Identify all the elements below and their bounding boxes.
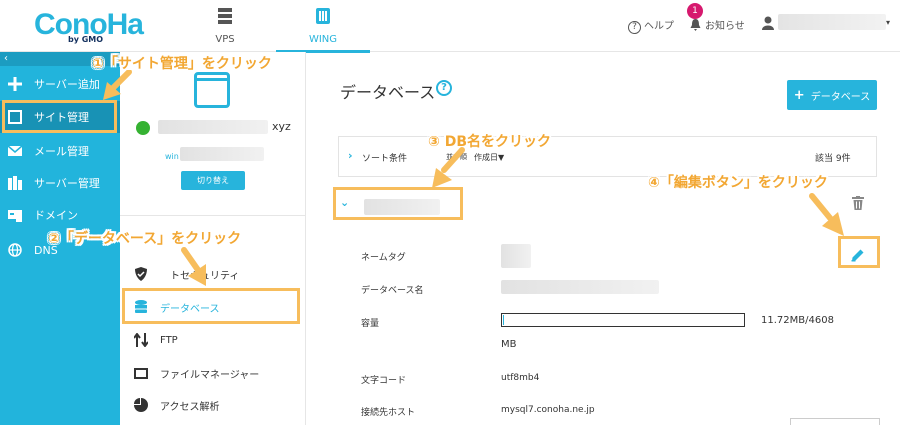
page-title: データベース	[340, 83, 436, 102]
plus-icon: +	[793, 87, 805, 103]
arrow-step3-icon	[432, 147, 465, 188]
folder-icon	[134, 368, 148, 379]
annotation-step4: ④「編集ボタン」をクリック	[648, 175, 828, 191]
site-window-icon	[194, 72, 230, 108]
tab-vps[interactable]: VPS	[180, 0, 270, 52]
subpanel-item-site-security[interactable]: トセキュリティ	[134, 263, 304, 285]
pie-icon	[134, 398, 148, 412]
subpanel-item-label: アクセス解析	[160, 401, 220, 413]
highlight-database	[122, 288, 300, 324]
subpanel-item-ftp[interactable]: FTP	[134, 329, 304, 351]
help-label: ヘルプ	[644, 21, 674, 32]
wing-icon	[316, 8, 330, 24]
wing-domain-prefix: win	[165, 152, 179, 161]
bell-icon	[690, 19, 701, 31]
arrow-step1-icon	[103, 70, 132, 100]
wing-domain-redacted	[180, 147, 264, 161]
capacity-progress-bar	[501, 313, 745, 327]
database-name-value-redacted	[501, 280, 659, 294]
sidebar-item-label: メール管理	[34, 145, 89, 158]
detail-label-host: 接続先ホスト	[361, 408, 416, 418]
site-domain-suffix: xyz	[272, 120, 291, 133]
conoha-wing-screen: ConoHa by GMO VPS WING ? ヘルプ 1 お知らせ ▾ ‹ サ…	[0, 0, 900, 425]
plus-icon	[8, 77, 22, 91]
capacity-text: 11.72MB/4608	[761, 315, 834, 326]
detail-label-database-name: データベース名	[361, 286, 424, 296]
detail-label-charset: 文字コード	[361, 376, 407, 386]
chevron-right-icon[interactable]: ›	[348, 149, 353, 162]
question-icon: ?	[628, 21, 641, 34]
host-value: mysql7.conoha.ne.jp	[501, 405, 595, 415]
annotation-step2: ②「データベース」をクリック	[48, 231, 242, 247]
tab-vps-label: VPS	[215, 34, 235, 45]
charset-value: utf8mb4	[501, 373, 540, 383]
sort-label: ソート条件	[362, 154, 408, 164]
subpanel-divider	[120, 215, 306, 216]
detail-label-capacity: 容量	[361, 319, 380, 329]
lower-panel-edge	[790, 418, 880, 425]
sort-option-created[interactable]: 作成日▼	[474, 152, 504, 163]
name-tag-value-redacted	[501, 244, 531, 268]
notice-link[interactable]: お知らせ	[690, 17, 745, 32]
detail-label-name-tag: ネームタグ	[361, 253, 406, 263]
domain-icon	[8, 210, 22, 222]
result-count: 該当 9件	[815, 154, 851, 164]
ftp-icon	[134, 333, 148, 347]
capacity-progress-fill	[503, 315, 504, 325]
top-header: ConoHa by GMO VPS WING ? ヘルプ 1 お知らせ ▾	[0, 0, 900, 53]
trash-icon[interactable]	[852, 196, 864, 210]
help-circle-icon[interactable]: ?	[436, 80, 452, 96]
subpanel-item-file-manager[interactable]: ファイルマネージャー	[134, 362, 304, 384]
subpanel-item-label: ファイルマネージャー	[160, 369, 260, 381]
sidebar-item-domain[interactable]: ドメイン	[0, 199, 120, 231]
sidebar-item-label: ドメイン	[34, 209, 78, 222]
user-icon	[762, 16, 774, 30]
tab-wing-label: WING	[308, 34, 338, 45]
switch-site-button[interactable]: 切り替え	[181, 171, 245, 190]
mail-icon	[8, 145, 22, 156]
arrow-step2-icon	[181, 247, 206, 286]
add-database-label: データベース	[810, 91, 871, 103]
subpanel-item-access-analysis[interactable]: アクセス解析	[134, 394, 304, 416]
logo-subtitle: by GMO	[68, 35, 104, 44]
help-link[interactable]: ? ヘルプ	[628, 17, 674, 34]
arrow-step4-icon	[809, 193, 844, 236]
capacity-unit: MB	[501, 339, 517, 350]
subpanel-item-label: FTP	[160, 334, 178, 346]
add-database-button[interactable]: + データベース	[787, 80, 877, 110]
sort-panel[interactable]	[338, 136, 877, 177]
power-status-icon	[136, 121, 150, 135]
site-domain-redacted[interactable]	[158, 120, 268, 134]
sidebar-item-mail[interactable]: メール管理	[0, 135, 120, 167]
shield-icon	[135, 267, 147, 281]
sidebar-item-server-management[interactable]: サーバー管理	[0, 167, 120, 199]
tab-wing[interactable]: WING	[276, 0, 370, 53]
globe-icon	[8, 243, 22, 257]
highlight-edit-button	[838, 236, 880, 268]
server-manage-icon	[8, 176, 22, 190]
user-name-redacted[interactable]	[778, 14, 886, 30]
sidebar-item-label: サーバー管理	[34, 177, 100, 190]
sidebar-item-label: サーバー追加	[34, 78, 100, 91]
caret-down-icon[interactable]: ▾	[886, 18, 890, 27]
notice-label: お知らせ	[705, 21, 745, 32]
server-icon	[218, 8, 232, 24]
